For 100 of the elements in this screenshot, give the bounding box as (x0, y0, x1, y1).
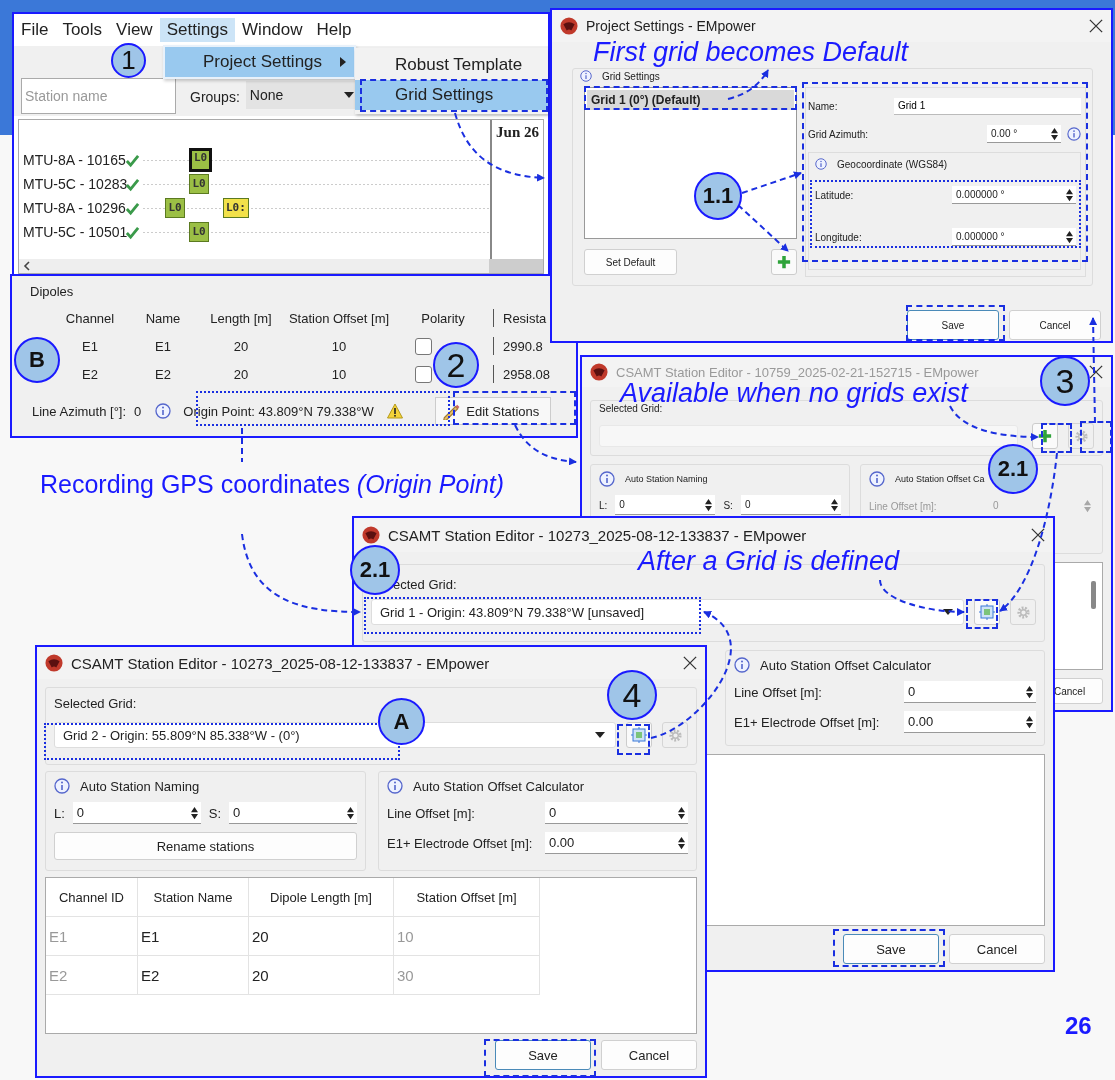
gear-icon (667, 727, 683, 743)
menu-item[interactable]: View (109, 18, 160, 42)
group-title: Auto Station Offset Calculator (413, 778, 585, 794)
spin-arrows-icon (677, 805, 686, 820)
table-cell-text: 2958.08 (502, 365, 551, 384)
grid-button[interactable] (974, 599, 1000, 625)
column-header: Length [m] (209, 309, 273, 328)
dialog-button[interactable]: Save (495, 1040, 591, 1070)
info-icon (580, 70, 592, 82)
number-field[interactable]: 0 (72, 802, 201, 824)
info-icon (599, 471, 615, 487)
field-label: S: (208, 805, 222, 821)
field-label: S: (723, 499, 733, 511)
checkbox[interactable] (415, 337, 432, 355)
annotation-text: First grid becomes Default (593, 37, 909, 67)
number-field[interactable]: 0 (904, 681, 1036, 703)
window-title: CSAMT Station Editor - 10759_2025-02-21-152715 - EMpower (616, 364, 980, 380)
number-field[interactable]: 0.000000 ° (952, 228, 1076, 246)
station-name[interactable]: MTU-5C - 10501 (23, 224, 125, 240)
number-field[interactable]: 0 (229, 802, 357, 824)
number-field[interactable]: 0.00 (904, 711, 1036, 733)
table-cell-text: 2990.8 (502, 337, 544, 356)
field-label: Line Offset [m]: (734, 684, 823, 700)
number-field[interactable]: 0.00 ° (987, 125, 1061, 143)
recording-tag[interactable]: L0: (223, 198, 249, 218)
dialog-button[interactable]: Cancel (949, 934, 1045, 964)
recording-tag[interactable]: L0 (189, 222, 209, 242)
scrollbar-thumb[interactable] (1091, 581, 1096, 609)
group-title: Auto Station Naming (80, 778, 200, 794)
dialog-button[interactable]: Save (843, 934, 939, 964)
column-header: Station Offset [m] (394, 878, 540, 917)
table-cell-text: E2 (81, 365, 99, 384)
dashed-arrow (514, 424, 577, 466)
field-label: E1+ Electrode Offset [m]: (734, 714, 881, 730)
scroll-left-icon (23, 261, 31, 271)
info-icon (155, 403, 172, 419)
plus-icon (1038, 429, 1052, 443)
table-cell: 20 (249, 917, 394, 956)
recording-tag[interactable]: L0 (189, 148, 213, 172)
field-label: L: (54, 805, 65, 821)
menu-item[interactable]: File (14, 18, 56, 42)
list-item[interactable]: Grid 1 (0°) (Default) (587, 90, 794, 110)
menu-item[interactable]: Tools (55, 18, 110, 42)
rename-stations-button[interactable]: Rename stations (54, 832, 357, 860)
number-field[interactable]: 0 (545, 802, 688, 824)
app-logo-icon (560, 17, 578, 35)
field-label: E1+ Electrode Offset [m]: (387, 835, 534, 851)
menu-entry[interactable]: Grid Settings (355, 80, 548, 110)
table-cell: E1 (46, 917, 138, 956)
table-cell-text: 20 (232, 337, 250, 356)
grid-icon (631, 727, 647, 743)
table-cell: 30 (394, 956, 540, 995)
menu-item[interactable]: Help (309, 18, 359, 42)
scrollbar[interactable] (19, 259, 543, 273)
scrollbar-thumb[interactable] (489, 259, 543, 273)
info-icon (387, 778, 403, 794)
group-title: Auto Station Offset Calculator (760, 657, 932, 673)
edit-stations-button[interactable]: Edit Stations (435, 397, 552, 425)
number-field[interactable]: 0.000000 ° (952, 186, 1076, 204)
grid-dropdown[interactable]: Grid 1 - Origin: 43.809°N 79.338°W [unsaved] (371, 599, 964, 625)
highlight-frame (617, 724, 650, 755)
menu-item[interactable]: Window (235, 18, 310, 42)
highlight-frame (1080, 421, 1112, 453)
highlight-frame (1041, 423, 1072, 453)
grid-icon (979, 604, 995, 620)
menu-item[interactable]: Settings (159, 18, 236, 42)
table-cell: 10 (394, 917, 540, 956)
grid-button[interactable] (626, 722, 652, 748)
caret-icon (943, 609, 953, 615)
menu-entry[interactable]: Project Settings (165, 47, 354, 77)
checkbox[interactable] (415, 365, 432, 383)
recording-tag[interactable]: L0 (165, 198, 185, 218)
dialog-button[interactable]: Save (907, 310, 999, 340)
menu-entry[interactable]: Robust Template (355, 50, 548, 80)
highlight-frame (966, 599, 998, 629)
spin-arrows-icon (189, 805, 199, 820)
station-name[interactable]: MTU-8A - 10296 (23, 200, 125, 216)
spin-arrows-icon (1025, 714, 1034, 729)
groups-dropdown[interactable]: None (245, 81, 358, 109)
caret-icon (595, 732, 605, 738)
table-cell-text: E2 (154, 365, 172, 384)
number-field[interactable]: 0.00 (545, 832, 688, 854)
dialog-button[interactable]: Cancel (1009, 310, 1101, 340)
number-field[interactable]: 0 (615, 495, 716, 515)
annotation-text: Recording GPS coordinates (Origin Point) (40, 469, 506, 500)
station-name[interactable]: MTU-8A - 10165 (23, 152, 125, 168)
close-icon (1089, 365, 1103, 379)
window-title: CSAMT Station Editor - 10273_2025-08-12-133837 - EMpower (388, 526, 808, 544)
station-name[interactable]: MTU-5C - 10283 (23, 176, 125, 192)
name-field[interactable]: Grid 1 (894, 97, 1081, 115)
set-default-button[interactable]: Set Default (584, 249, 677, 275)
spin-arrows-icon (1065, 187, 1074, 202)
dialog-button[interactable]: Cancel (601, 1040, 697, 1070)
number-field[interactable]: 0 (740, 495, 841, 515)
column-header: Station Name (138, 878, 249, 917)
dashed-arrow (741, 171, 802, 194)
spin-arrows-icon (1050, 126, 1059, 141)
recording-tag[interactable]: L0 (189, 174, 209, 194)
column-header: Resista (502, 309, 548, 328)
station-search-field[interactable]: Station name (21, 78, 176, 114)
